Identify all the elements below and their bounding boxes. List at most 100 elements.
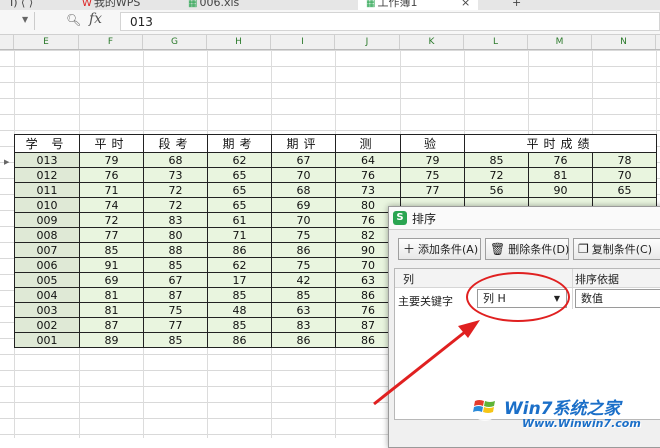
table-cell[interactable]: 85 <box>79 242 144 258</box>
table-cell[interactable]: 79 <box>400 152 465 168</box>
table-cell[interactable]: 85 <box>143 332 208 348</box>
table-cell[interactable]: 72 <box>79 212 144 228</box>
corner-cell[interactable] <box>0 35 14 49</box>
table-cell[interactable]: 86 <box>207 242 272 258</box>
table-cell[interactable]: 79 <box>79 152 144 168</box>
col-header-n[interactable]: N <box>592 35 656 49</box>
table-cell[interactable]: 71 <box>79 182 144 198</box>
table-cell[interactable]: 008 <box>14 227 80 243</box>
header-cell[interactable]: 学 号 <box>14 134 80 153</box>
table-cell[interactable]: 65 <box>207 197 272 213</box>
table-cell[interactable]: 85 <box>271 287 336 303</box>
table-cell[interactable]: 67 <box>271 152 336 168</box>
dialog-title-bar[interactable]: S 排序 <box>389 207 660 230</box>
table-cell[interactable]: 69 <box>271 197 336 213</box>
col-header-h[interactable]: H <box>207 35 271 49</box>
col-header-i[interactable]: I <box>271 35 335 49</box>
table-cell[interactable]: 73 <box>335 182 401 198</box>
table-cell[interactable]: 005 <box>14 272 80 288</box>
table-cell[interactable]: 004 <box>14 287 80 303</box>
table-cell[interactable]: 81 <box>528 167 593 183</box>
header-cell[interactable]: 验 <box>400 134 465 153</box>
table-cell[interactable]: 62 <box>207 152 272 168</box>
table-cell[interactable]: 63 <box>271 302 336 318</box>
add-condition-button[interactable]: ＋添加条件(A) <box>398 238 481 260</box>
table-cell[interactable]: 83 <box>143 212 208 228</box>
table-cell[interactable]: 003 <box>14 302 80 318</box>
table-cell[interactable]: 76 <box>79 167 144 183</box>
chevron-down-icon[interactable]: ▼ <box>22 15 28 24</box>
table-cell[interactable]: 64 <box>335 152 401 168</box>
tab-my-wps[interactable]: W 我的WPS <box>82 0 140 10</box>
table-cell[interactable]: 48 <box>207 302 272 318</box>
table-cell[interactable]: 87 <box>143 287 208 303</box>
col-header-e[interactable]: E <box>14 35 79 49</box>
table-cell[interactable]: 006 <box>14 257 80 273</box>
table-cell[interactable]: 70 <box>271 167 336 183</box>
col-header-k[interactable]: K <box>400 35 464 49</box>
table-cell[interactable]: 77 <box>143 317 208 333</box>
col-header-j[interactable]: J <box>335 35 400 49</box>
table-cell[interactable]: 70 <box>271 212 336 228</box>
table-cell[interactable]: 67 <box>143 272 208 288</box>
table-cell[interactable]: 75 <box>271 227 336 243</box>
table-cell[interactable]: 011 <box>14 182 80 198</box>
table-cell[interactable]: 77 <box>79 227 144 243</box>
table-cell[interactable]: 72 <box>143 182 208 198</box>
new-tab-button[interactable]: + <box>512 0 521 10</box>
table-cell[interactable]: 69 <box>79 272 144 288</box>
table-cell[interactable]: 56 <box>464 182 529 198</box>
table-cell[interactable]: 80 <box>143 227 208 243</box>
table-cell[interactable]: 73 <box>143 167 208 183</box>
table-cell[interactable]: 87 <box>79 317 144 333</box>
table-cell[interactable]: 88 <box>143 242 208 258</box>
header-cell[interactable]: 平时 <box>79 134 144 153</box>
table-cell[interactable]: 85 <box>143 257 208 273</box>
table-cell[interactable]: 89 <box>79 332 144 348</box>
header-cell[interactable]: 测 <box>335 134 401 153</box>
copy-condition-button[interactable]: ❐ 复制条件(C) <box>573 238 660 260</box>
table-cell[interactable]: 68 <box>271 182 336 198</box>
table-cell[interactable]: 86 <box>207 332 272 348</box>
table-cell[interactable]: 009 <box>14 212 80 228</box>
col-header-f[interactable]: F <box>79 35 143 49</box>
table-cell[interactable]: 75 <box>271 257 336 273</box>
table-cell[interactable]: 65 <box>207 167 272 183</box>
table-cell[interactable]: 76 <box>528 152 593 168</box>
table-cell[interactable]: 71 <box>207 227 272 243</box>
table-cell[interactable]: 42 <box>271 272 336 288</box>
table-cell[interactable]: 76 <box>335 167 401 183</box>
tab-workbook1[interactable]: ▦ 工作簿1 × <box>358 0 479 10</box>
zoom-icon[interactable]: 🔍︎ <box>66 13 81 27</box>
table-cell[interactable]: 010 <box>14 197 80 213</box>
table-cell[interactable]: 74 <box>79 197 144 213</box>
table-cell[interactable]: 17 <box>207 272 272 288</box>
close-icon[interactable]: × <box>461 0 470 9</box>
table-cell[interactable]: 75 <box>143 302 208 318</box>
table-cell[interactable]: 001 <box>14 332 80 348</box>
table-cell[interactable]: 007 <box>14 242 80 258</box>
table-cell[interactable]: 012 <box>14 167 80 183</box>
table-cell[interactable]: 85 <box>207 287 272 303</box>
table-cell[interactable]: 85 <box>464 152 529 168</box>
table-cell[interactable]: 78 <box>592 152 657 168</box>
table-cell[interactable]: 81 <box>79 287 144 303</box>
table-cell[interactable]: 68 <box>143 152 208 168</box>
header-cell[interactable]: 期评 <box>271 134 336 153</box>
col-header-m[interactable]: M <box>528 35 592 49</box>
table-cell[interactable]: 72 <box>143 197 208 213</box>
table-cell[interactable]: 72 <box>464 167 529 183</box>
table-cell[interactable]: 70 <box>592 167 657 183</box>
table-cell[interactable]: 77 <box>400 182 465 198</box>
table-cell[interactable]: 86 <box>271 242 336 258</box>
fx-icon[interactable]: fx <box>89 11 102 27</box>
table-cell[interactable]: 62 <box>207 257 272 273</box>
formula-input[interactable]: 013 <box>120 12 660 31</box>
header-cell[interactable]: 平时成绩 <box>464 134 657 153</box>
table-cell[interactable]: 81 <box>79 302 144 318</box>
table-cell[interactable]: 61 <box>207 212 272 228</box>
table-cell[interactable]: 86 <box>271 332 336 348</box>
table-cell[interactable]: 83 <box>271 317 336 333</box>
table-cell[interactable]: 75 <box>400 167 465 183</box>
table-cell[interactable]: 85 <box>207 317 272 333</box>
